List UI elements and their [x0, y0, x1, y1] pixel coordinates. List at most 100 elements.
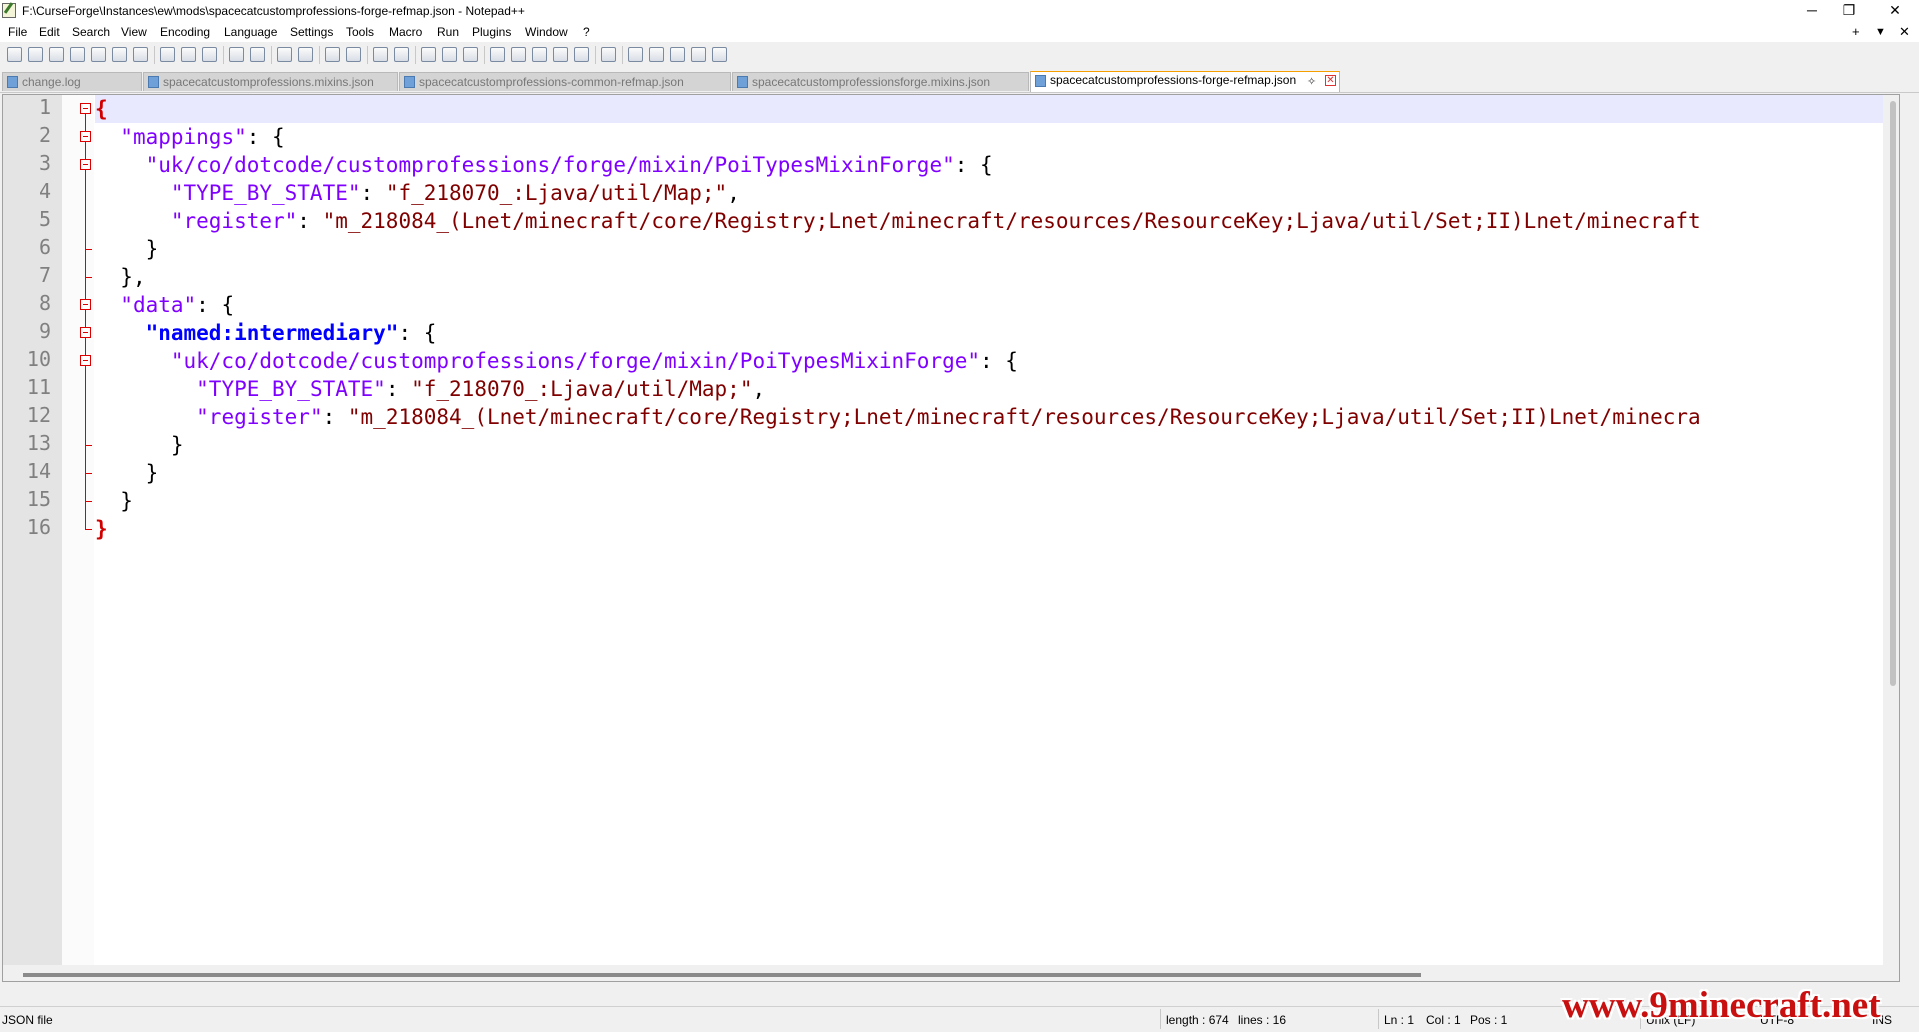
print-icon[interactable]: [133, 47, 148, 62]
vertical-scroll-thumb[interactable]: [1890, 101, 1896, 686]
menu-plugins[interactable]: Plugins: [472, 25, 511, 39]
zoom-out-icon[interactable]: [346, 47, 361, 62]
menu-view[interactable]: View: [121, 25, 147, 39]
code-line[interactable]: "named:intermediary": {: [95, 319, 437, 347]
stop-recording-icon[interactable]: [649, 47, 664, 62]
code-line[interactable]: "uk/co/dotcode/customprofessions/forge/m…: [95, 347, 1018, 375]
menu-language[interactable]: Language: [224, 25, 277, 39]
code-line[interactable]: "data": {: [95, 291, 234, 319]
horizontal-scroll-thumb[interactable]: [23, 973, 1421, 977]
save-macro-icon[interactable]: [712, 47, 727, 62]
fold-toggle-icon[interactable]: [80, 327, 91, 338]
show-all-characters-icon[interactable]: [442, 47, 457, 62]
code-line[interactable]: {: [95, 95, 108, 123]
tab-bar: change.log spacecatcustomprofessions.mix…: [0, 70, 1919, 93]
toolbar-separator: [484, 46, 485, 64]
menu-search[interactable]: Search: [72, 25, 110, 39]
new-tab-plus-icon[interactable]: +: [1852, 24, 1860, 39]
run-macro-multiple-icon[interactable]: [691, 47, 706, 62]
menu-run[interactable]: Run: [437, 25, 459, 39]
code-token: "m_218084_(Lnet/minecraft/core/Registry;…: [322, 209, 1701, 233]
tab-common-refmap-json[interactable]: spacecatcustomprofessions-common-refmap.…: [399, 72, 731, 91]
function-list-icon[interactable]: [532, 47, 547, 62]
line-number: 10: [26, 347, 51, 371]
code-line[interactable]: }: [95, 431, 184, 459]
code-token: "named:intermediary": [145, 321, 399, 345]
replace-icon[interactable]: [298, 47, 313, 62]
code-text-area[interactable]: { "mappings": { "uk/co/dotcode/custompro…: [95, 95, 1883, 981]
code-line[interactable]: }: [95, 487, 133, 515]
preview-icon[interactable]: [601, 47, 616, 62]
code-line[interactable]: }: [95, 515, 108, 543]
play-macro-icon[interactable]: [670, 47, 685, 62]
tab-mixins-json[interactable]: spacecatcustomprofessions.mixins.json: [143, 72, 398, 91]
code-editor[interactable]: 1 2 3 4 5 6 7 8 9 10 11 12 13 14 15 16 {…: [2, 94, 1900, 982]
menu-settings[interactable]: Settings: [290, 25, 333, 39]
zoom-in-icon[interactable]: [325, 47, 340, 62]
file-icon: [737, 76, 748, 88]
folder-workspace-icon[interactable]: [553, 47, 568, 62]
word-wrap-icon[interactable]: [421, 47, 436, 62]
code-line[interactable]: "register": "m_218084_(Lnet/minecraft/co…: [95, 207, 1701, 235]
menu-tools[interactable]: Tools: [346, 25, 374, 39]
code-line[interactable]: }: [95, 459, 159, 487]
monitoring-icon[interactable]: [574, 47, 589, 62]
fold-toggle-icon[interactable]: [80, 131, 91, 142]
close-window-button[interactable]: ✕: [1872, 0, 1918, 22]
menu-help[interactable]: ?: [583, 25, 590, 39]
redo-icon[interactable]: [250, 47, 265, 62]
close-document-icon[interactable]: ✕: [1899, 24, 1910, 40]
fold-toggle-icon[interactable]: [80, 299, 91, 310]
code-line[interactable]: "register": "m_218084_(Lnet/minecraft/co…: [95, 403, 1701, 431]
code-token: "register": [170, 209, 298, 233]
line-number: 7: [38, 263, 51, 287]
menu-file[interactable]: File: [8, 25, 27, 39]
fold-toggle-icon[interactable]: [80, 355, 91, 366]
save-icon[interactable]: [49, 47, 64, 62]
maximize-button[interactable]: ❐: [1826, 0, 1872, 22]
new-file-icon[interactable]: [7, 47, 22, 62]
code-line[interactable]: "TYPE_BY_STATE": "f_218070_:Ljava/util/M…: [95, 375, 765, 403]
find-icon[interactable]: [277, 47, 292, 62]
tab-forge-mixins-json[interactable]: spacecatcustomprofessionsforge.mixins.js…: [732, 72, 1029, 91]
code-line[interactable]: "TYPE_BY_STATE": "f_218070_:Ljava/util/M…: [95, 179, 740, 207]
copy-icon[interactable]: [181, 47, 196, 62]
define-language-icon[interactable]: [490, 47, 505, 62]
tab-label: spacecatcustomprofessionsforge.mixins.js…: [752, 75, 991, 89]
code-line[interactable]: "mappings": {: [95, 123, 284, 151]
code-token: : {: [954, 153, 993, 177]
menu-encoding[interactable]: Encoding: [160, 25, 210, 39]
indent-guide-icon[interactable]: [463, 47, 478, 62]
pin-icon[interactable]: ✧: [1307, 75, 1316, 88]
menu-window[interactable]: Window: [525, 25, 568, 39]
document-map-icon[interactable]: [511, 47, 526, 62]
code-line[interactable]: }: [95, 235, 159, 263]
fold-end-marker: [85, 249, 92, 250]
fold-toggle-icon[interactable]: [80, 159, 91, 170]
menu-edit[interactable]: Edit: [39, 25, 60, 39]
fold-toggle-icon[interactable]: [80, 103, 91, 114]
close-icon[interactable]: [91, 47, 106, 62]
close-all-icon[interactable]: [112, 47, 127, 62]
menu-bar: File Edit Search View Encoding Language …: [0, 22, 1919, 42]
sync-vertical-icon[interactable]: [373, 47, 388, 62]
tab-forge-refmap-json[interactable]: spacecatcustomprofessions-forge-refmap.j…: [1030, 71, 1340, 92]
open-file-icon[interactable]: [28, 47, 43, 62]
record-macro-icon[interactable]: [628, 47, 643, 62]
cut-icon[interactable]: [160, 47, 175, 62]
tab-list-dropdown-icon[interactable]: ▼: [1875, 26, 1886, 38]
code-line[interactable]: },: [95, 263, 145, 291]
close-tab-icon[interactable]: ✕: [1325, 75, 1336, 86]
menu-macro[interactable]: Macro: [389, 25, 422, 39]
save-all-icon[interactable]: [70, 47, 85, 62]
code-token: "register": [196, 405, 323, 429]
vertical-scrollbar[interactable]: [1883, 95, 1899, 981]
sync-horizontal-icon[interactable]: [394, 47, 409, 62]
tab-change-log[interactable]: change.log: [2, 72, 142, 91]
status-lines: lines : 16: [1238, 1013, 1287, 1027]
undo-icon[interactable]: [229, 47, 244, 62]
code-line[interactable]: "uk/co/dotcode/customprofessions/forge/m…: [95, 151, 993, 179]
horizontal-scrollbar[interactable]: [3, 965, 1899, 981]
paste-icon[interactable]: [202, 47, 217, 62]
